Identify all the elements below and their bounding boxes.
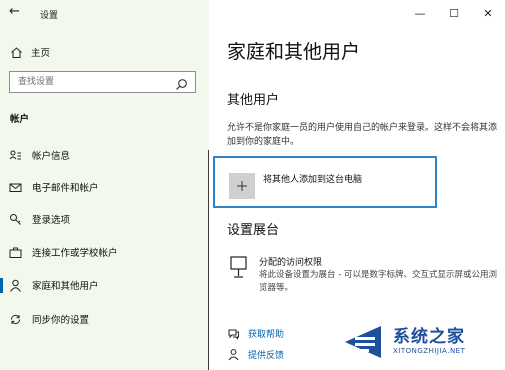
assigned-access-description: 将此设备设置为展台 - 可以是数字标牌、交互式显示屏或公用浏览器等。	[259, 270, 497, 293]
sidebar-item-label: 电子邮件和帐户	[32, 183, 99, 194]
give-feedback-label: 提供反馈	[248, 351, 285, 361]
help-icon	[227, 327, 240, 340]
back-button[interactable]: ←	[9, 4, 20, 19]
home-nav-item[interactable]: 主页	[10, 45, 50, 59]
settings-window: ← 设置 主页 帐户 帐户信息 电子邮件和帐户	[0, 0, 505, 370]
sidebar-item-sign-in-options[interactable]: 登录选项	[0, 208, 208, 230]
give-feedback-link[interactable]: 提供反馈	[227, 348, 284, 361]
other-users-description: 允许不是你家庭一员的用户使用自己的帐户来登录。这样不会将其添加到你的家庭中。	[227, 123, 498, 147]
minimize-button[interactable]: —	[403, 0, 437, 26]
app-title: 设置	[40, 11, 59, 21]
sidebar-item-label: 登录选项	[32, 215, 71, 226]
watermark-logo-icon	[345, 326, 381, 358]
sidebar-item-family-users[interactable]: 家庭和其他用户	[0, 274, 208, 296]
kiosk-icon[interactable]	[229, 256, 249, 280]
main-content: — ☐ ✕ 家庭和其他用户 其他用户 允许不是你家庭一员的用户使用自己的帐户来登…	[209, 0, 505, 370]
watermark: 系统之家 XITONGZHIJIA.NET	[341, 320, 501, 366]
watermark-url: XITONGZHIJIA.NET	[393, 347, 466, 355]
sidebar-item-label: 家庭和其他用户	[32, 281, 99, 292]
get-help-label: 获取帮助	[248, 330, 285, 340]
section-label: 帐户	[10, 114, 30, 125]
watermark-name: 系统之家	[393, 327, 465, 347]
key-icon	[9, 213, 22, 226]
other-users-heading: 其他用户	[227, 93, 280, 108]
person-icon	[9, 279, 22, 292]
search-icon[interactable]	[175, 76, 188, 90]
maximize-button[interactable]: ☐	[437, 0, 471, 26]
home-icon	[10, 46, 23, 59]
close-button[interactable]: ✕	[471, 0, 505, 26]
search-box[interactable]	[9, 71, 196, 93]
sync-icon	[9, 313, 22, 326]
sidebar-item-label: 同步你的设置	[32, 315, 90, 326]
search-input[interactable]	[18, 75, 168, 89]
account-info-icon	[9, 149, 22, 162]
add-other-user-button[interactable]: 将其他人添加到这台电脑	[213, 156, 437, 208]
home-label: 主页	[31, 48, 51, 59]
title-bar: ← 设置	[0, 0, 209, 28]
assigned-access-link[interactable]: 分配的访问权限	[259, 255, 322, 268]
sidebar-item-email-accounts[interactable]: 电子邮件和帐户	[0, 176, 208, 198]
sidebar-item-label: 连接工作或学校帐户	[32, 248, 118, 259]
kiosk-heading: 设置展台	[227, 223, 280, 238]
page-title: 家庭和其他用户	[227, 41, 361, 63]
briefcase-icon	[9, 246, 22, 259]
get-help-link[interactable]: 获取帮助	[227, 327, 284, 340]
sidebar-item-account-info[interactable]: 帐户信息	[0, 144, 208, 166]
sidebar: ← 设置 主页 帐户 帐户信息 电子邮件和帐户	[0, 0, 209, 370]
sidebar-item-work-school[interactable]: 连接工作或学校帐户	[0, 241, 208, 263]
window-controls: — ☐ ✕	[403, 0, 505, 26]
mail-icon	[9, 181, 22, 194]
plus-icon	[229, 173, 255, 199]
add-other-user-label: 将其他人添加到这台电脑	[263, 175, 363, 185]
sidebar-item-sync-settings[interactable]: 同步你的设置	[0, 308, 208, 330]
sidebar-item-label: 帐户信息	[32, 151, 71, 162]
feedback-icon	[227, 348, 240, 361]
